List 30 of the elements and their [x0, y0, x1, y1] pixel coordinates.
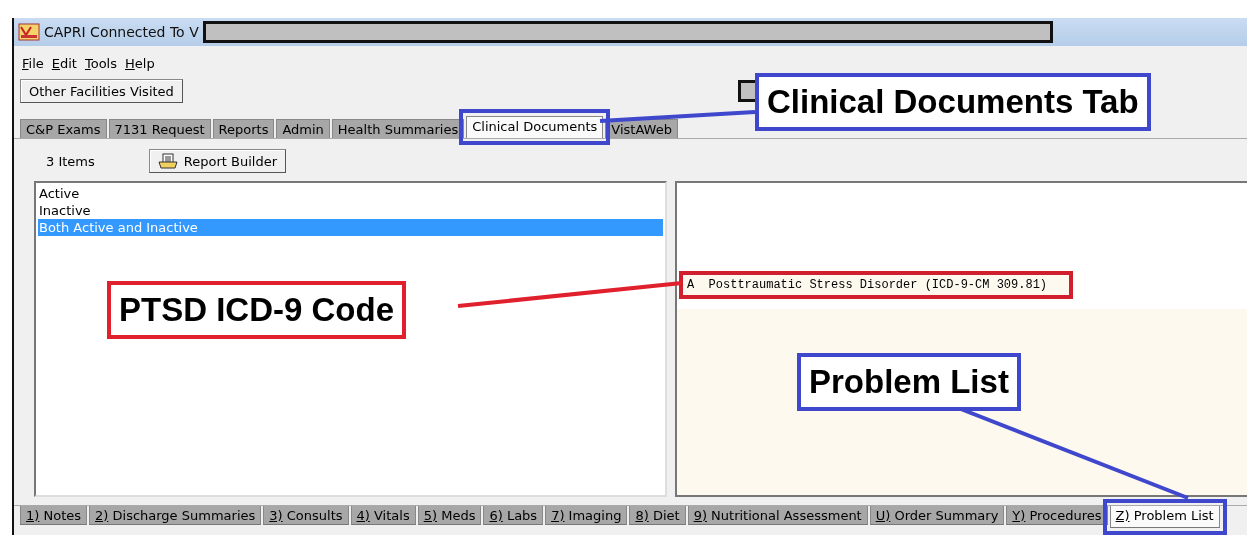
tab[interactable]: 7) Imaging — [545, 506, 628, 525]
menu-item[interactable]: Tools — [84, 55, 117, 71]
tab[interactable]: 9) Nutritional Assessment — [687, 506, 868, 525]
tab[interactable]: C&P Exams — [20, 119, 107, 138]
tab[interactable]: 7131 Request — [108, 119, 211, 138]
list-item[interactable]: Active — [38, 185, 663, 202]
callout-label: Problem List — [797, 353, 1021, 411]
tab[interactable]: 1) Notes — [20, 506, 88, 525]
callout-label: Clinical Documents Tab — [755, 73, 1151, 131]
window-title: CAPRI Connected To V — [44, 24, 199, 40]
tab[interactable]: Admin — [276, 119, 330, 138]
list-item[interactable]: Inactive — [38, 202, 663, 219]
tab[interactable]: Y) Procedures — [1006, 506, 1108, 525]
report-builder-button[interactable]: Report Builder — [148, 149, 286, 173]
menu-item[interactable]: Edit — [51, 55, 77, 71]
tab[interactable]: 5) Meds — [417, 506, 482, 525]
tab[interactable]: U) Order Summary — [869, 506, 1005, 525]
tab[interactable]: 8) Diet — [629, 506, 686, 525]
tab[interactable]: 3) Consults — [263, 506, 349, 525]
other-facilities-button[interactable]: Other Facilities Visited — [20, 79, 183, 103]
callout-label: PTSD ICD-9 Code — [107, 281, 407, 339]
tab[interactable]: Health Summaries — [331, 119, 465, 138]
tab[interactable]: Reports — [212, 119, 275, 138]
menu-item[interactable]: File — [22, 55, 44, 71]
tab[interactable]: 2) Discharge Summaries — [89, 506, 262, 525]
app-icon — [18, 23, 40, 41]
tab[interactable]: 6) Labs — [483, 506, 544, 525]
item-count: 3 Items — [46, 153, 95, 169]
tab[interactable]: 4) Vitals — [350, 506, 416, 525]
menu-item[interactable]: Help — [125, 55, 155, 71]
